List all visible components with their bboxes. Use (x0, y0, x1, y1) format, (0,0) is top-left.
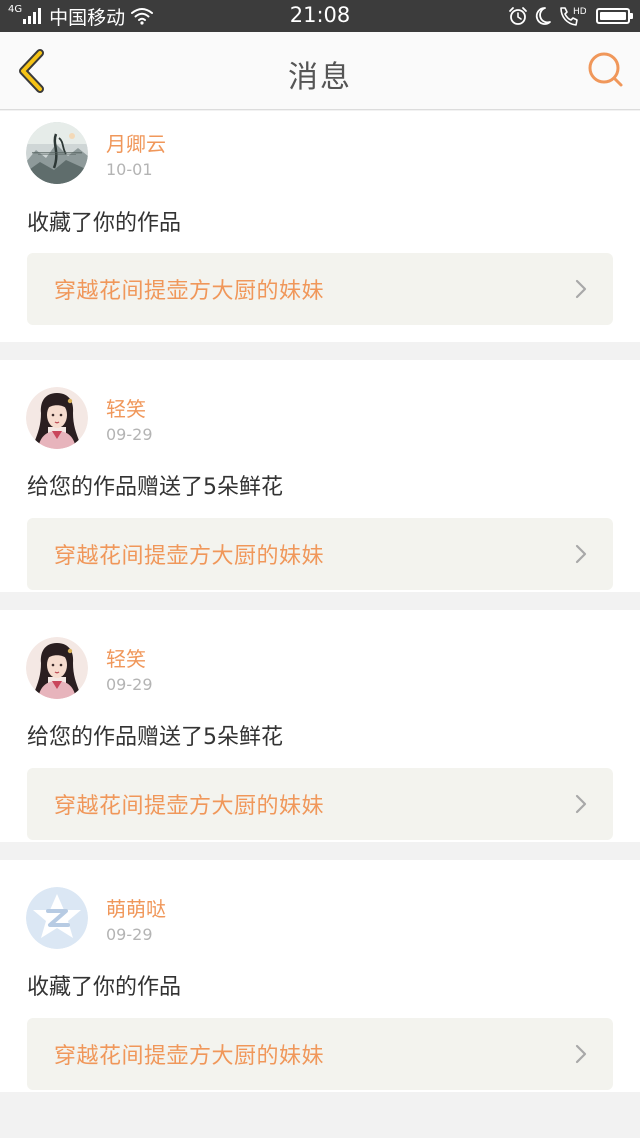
user-name[interactable]: 月卿云 (106, 128, 166, 157)
landscape-avatar-image (26, 122, 88, 184)
default-avatar-image (26, 887, 88, 949)
message-date: 09-29 (106, 675, 153, 694)
message-text: 给您的作品赠送了5朵鲜花 (27, 725, 283, 750)
work-link[interactable]: 穿越花间提壶方大厨的妹妹 (27, 1018, 613, 1090)
status-bar: 4G 中国移动 21:08 HD (0, 0, 640, 32)
chevron-right-icon (575, 794, 587, 814)
message-card: 轻笑 09-29 给您的作品赠送了5朵鲜花 穿越花间提壶方大厨的妹妹 (0, 360, 640, 592)
lady-avatar-image (26, 637, 88, 699)
search-button[interactable] (586, 50, 626, 90)
app-screen: 4G 中国移动 21:08 HD 消息 月卿云 10-01 收藏了你的作品 穿越… (0, 0, 640, 1138)
avatar[interactable] (26, 122, 88, 184)
lady-avatar-image (26, 387, 88, 449)
hd-call-icon: HD (560, 7, 586, 26)
message-card: 萌萌哒 09-29 收藏了你的作品 穿越花间提壶方大厨的妹妹 (0, 860, 640, 1092)
work-title: 穿越花间提壶方大厨的妹妹 (54, 1044, 325, 1069)
chevron-right-icon (575, 279, 587, 299)
alarm-icon (509, 7, 527, 25)
avatar[interactable] (26, 887, 88, 949)
message-card: 月卿云 10-01 收藏了你的作品 穿越花间提壶方大厨的妹妹 (0, 111, 640, 342)
page-title: 消息 (288, 60, 352, 95)
work-link[interactable]: 穿越花间提壶方大厨的妹妹 (27, 768, 613, 840)
moon-icon (535, 7, 551, 25)
message-text: 收藏了你的作品 (27, 211, 182, 236)
user-name[interactable]: 萌萌哒 (106, 893, 166, 922)
work-title: 穿越花间提壶方大厨的妹妹 (54, 279, 325, 304)
work-title: 穿越花间提壶方大厨的妹妹 (54, 544, 325, 569)
message-date: 09-29 (106, 925, 153, 944)
status-right: HD (502, 5, 633, 27)
message-text: 给您的作品赠送了5朵鲜花 (27, 475, 283, 500)
avatar[interactable] (26, 387, 88, 449)
chevron-right-icon (575, 1044, 587, 1064)
search-icon (588, 52, 623, 87)
message-card: 轻笑 09-29 给您的作品赠送了5朵鲜花 穿越花间提壶方大厨的妹妹 (0, 610, 640, 842)
hd-label: HD (573, 7, 586, 17)
avatar[interactable] (26, 637, 88, 699)
message-date: 10-01 (106, 160, 153, 179)
user-name[interactable]: 轻笑 (106, 393, 146, 422)
work-link[interactable]: 穿越花间提壶方大厨的妹妹 (27, 518, 613, 590)
message-date: 09-29 (106, 425, 153, 444)
user-name[interactable]: 轻笑 (106, 643, 146, 672)
message-text: 收藏了你的作品 (27, 975, 182, 1000)
nav-header: 消息 (0, 32, 640, 110)
work-link[interactable]: 穿越花间提壶方大厨的妹妹 (27, 253, 613, 325)
battery-icon (596, 8, 633, 24)
chevron-right-icon (575, 544, 587, 564)
work-title: 穿越花间提壶方大厨的妹妹 (54, 794, 325, 819)
message-list: 月卿云 10-01 收藏了你的作品 穿越花间提壶方大厨的妹妹 轻笑 09-29 … (0, 111, 640, 1110)
